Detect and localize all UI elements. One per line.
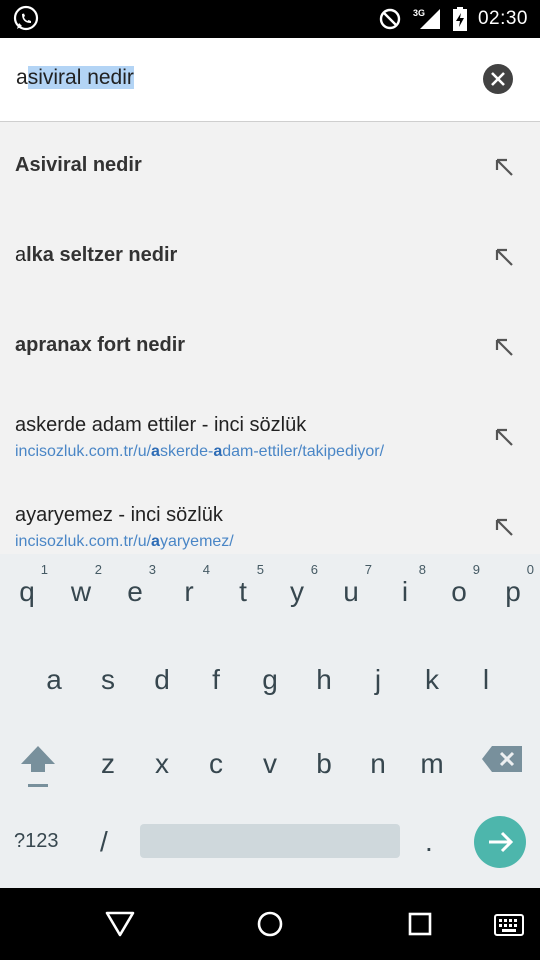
key-g[interactable]: g — [243, 638, 297, 718]
key-t[interactable]: 5t — [216, 554, 270, 634]
back-icon[interactable] — [104, 910, 136, 938]
recents-icon[interactable] — [408, 912, 432, 936]
arrow-right-icon — [489, 831, 514, 853]
do-not-disturb-icon — [379, 8, 401, 30]
key-s[interactable]: s — [81, 638, 135, 718]
battery-icon — [452, 7, 467, 31]
key-z[interactable]: z — [81, 718, 135, 798]
backspace-icon[interactable] — [482, 746, 522, 772]
keyboard-row-2: a s d f g h j k l — [0, 638, 540, 718]
suggestion-text: apranax fort nedir — [15, 334, 186, 356]
keyboard-row-3: z x c v b n m — [0, 718, 540, 798]
key-a[interactable]: a — [27, 638, 81, 718]
insert-arrow-icon[interactable] — [492, 425, 516, 449]
key-u[interactable]: 7u — [324, 554, 378, 634]
go-button[interactable] — [474, 816, 526, 868]
network-type: 3G — [413, 8, 425, 18]
key-w[interactable]: 2w — [54, 554, 108, 634]
status-bar: 3G 02:30 — [0, 0, 540, 38]
insert-arrow-icon[interactable] — [492, 515, 516, 539]
suggestion-title: ayaryemez - inci sözlük — [15, 504, 223, 526]
suggestion-item[interactable]: Asiviral nedir — [0, 122, 540, 212]
key-k[interactable]: k — [405, 638, 459, 718]
key-m[interactable]: m — [405, 718, 459, 798]
key-v[interactable]: v — [243, 718, 297, 798]
home-icon[interactable] — [256, 910, 284, 938]
suggestion-item[interactable]: ayaryemez - inci sözlük incisozluk.com.t… — [0, 482, 540, 554]
insert-arrow-icon[interactable] — [492, 155, 516, 179]
search-bar: asiviral nedir — [0, 38, 540, 122]
suggestion-text: alka seltzer nedir — [15, 244, 178, 266]
key-p[interactable]: 0p — [486, 554, 540, 634]
search-input[interactable]: asiviral nedir — [16, 66, 134, 90]
symbols-key[interactable]: ?123 — [14, 830, 59, 853]
key-h[interactable]: h — [297, 638, 351, 718]
suggestion-title: askerde adam ettiler - inci sözlük — [15, 414, 307, 436]
suggestion-url: incisozluk.com.tr/u/ayaryemez/ — [15, 533, 234, 550]
key-l[interactable]: l — [459, 638, 513, 718]
key-c[interactable]: c — [189, 718, 243, 798]
space-bar[interactable] — [140, 824, 400, 858]
shift-icon[interactable] — [20, 744, 56, 790]
key-d[interactable]: d — [135, 638, 189, 718]
key-n[interactable]: n — [351, 718, 405, 798]
insert-arrow-icon[interactable] — [492, 335, 516, 359]
suggestion-list: Asiviral nedir alka seltzer nedir aprana… — [0, 122, 540, 554]
suggestion-item[interactable]: askerde adam ettiler - inci sözlük incis… — [0, 392, 540, 482]
insert-arrow-icon[interactable] — [492, 245, 516, 269]
whatsapp-icon — [13, 5, 39, 31]
key-x[interactable]: x — [135, 718, 189, 798]
suggestion-item[interactable]: alka seltzer nedir — [0, 212, 540, 302]
key-r[interactable]: 4r — [162, 554, 216, 634]
key-slash[interactable]: / — [100, 826, 108, 858]
key-y[interactable]: 6y — [270, 554, 324, 634]
key-j[interactable]: j — [351, 638, 405, 718]
keyboard-icon[interactable] — [494, 914, 524, 936]
navigation-bar — [0, 888, 540, 960]
key-b[interactable]: b — [297, 718, 351, 798]
key-e[interactable]: 3e — [108, 554, 162, 634]
key-period[interactable]: . — [425, 826, 433, 858]
suggestion-url: incisozluk.com.tr/u/askerde-adam-ettiler… — [15, 443, 385, 460]
key-o[interactable]: 9o — [432, 554, 486, 634]
soft-keyboard: 1q 2w 3e 4r 5t 6y 7u 8i 9o 0p a s d f g … — [0, 554, 540, 888]
key-f[interactable]: f — [189, 638, 243, 718]
close-icon — [491, 72, 505, 86]
key-i[interactable]: 8i — [378, 554, 432, 634]
keyboard-row-1: 1q 2w 3e 4r 5t 6y 7u 8i 9o 0p — [0, 554, 540, 634]
query-selected-text: siviral nedir — [27, 66, 134, 89]
clock: 02:30 — [477, 8, 528, 29]
suggestion-text: Asiviral nedir — [15, 154, 142, 176]
suggestion-item[interactable]: apranax fort nedir — [0, 302, 540, 392]
clear-search-button[interactable] — [483, 64, 513, 94]
key-q[interactable]: 1q — [0, 554, 54, 634]
query-prefix: a — [16, 66, 28, 89]
signal-icon: 3G — [413, 8, 440, 29]
